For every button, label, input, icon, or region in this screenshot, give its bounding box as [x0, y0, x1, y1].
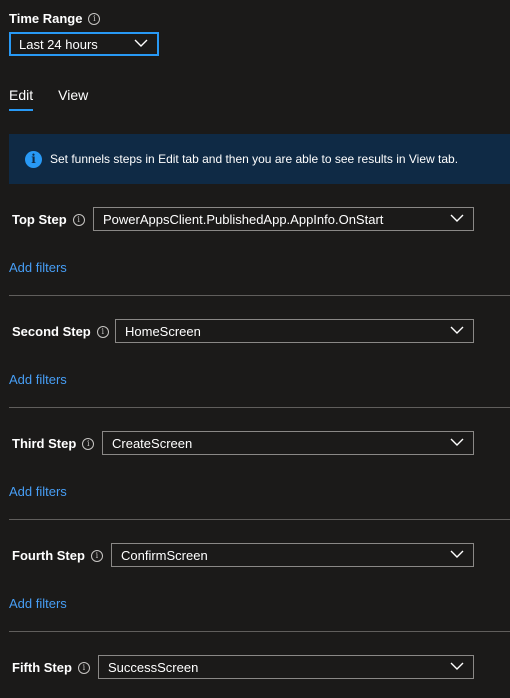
chevron-down-icon: [450, 438, 464, 446]
step-label-text: Third Step: [12, 436, 77, 451]
divider: [9, 519, 510, 520]
chevron-down-icon: [450, 550, 464, 558]
top-step-value: PowerAppsClient.PublishedApp.AppInfo.OnS…: [103, 211, 384, 227]
info-icon[interactable]: i: [90, 549, 103, 562]
fourth-step-label: Fourth Step i: [12, 548, 103, 563]
add-filters-link[interactable]: Add filters: [9, 260, 67, 275]
info-icon[interactable]: i: [88, 12, 101, 25]
divider: [9, 407, 510, 408]
fourth-step-value: ConfirmScreen: [121, 547, 208, 563]
tab-bar: Edit View: [9, 87, 113, 111]
add-filters-link[interactable]: Add filters: [9, 372, 67, 387]
add-filters-link[interactable]: Add filters: [9, 596, 67, 611]
info-circle-icon: i: [25, 150, 42, 168]
divider: [9, 631, 510, 632]
time-range-label: Time Range i: [9, 11, 101, 26]
step-label-text: Top Step: [12, 212, 67, 227]
second-step-label: Second Step i: [12, 324, 109, 339]
second-step-dropdown[interactable]: HomeScreen: [115, 319, 474, 343]
info-icon[interactable]: i: [72, 213, 85, 226]
chevron-down-icon: [450, 326, 464, 334]
third-step-dropdown[interactable]: CreateScreen: [102, 431, 474, 455]
info-banner: i Set funnels steps in Edit tab and then…: [9, 134, 510, 184]
chevron-down-icon: [450, 662, 464, 670]
step-label-text: Fifth Step: [12, 660, 72, 675]
top-step-label: Top Step i: [12, 212, 85, 227]
fifth-step-label: Fifth Step i: [12, 660, 90, 675]
time-range-value: Last 24 hours: [19, 36, 98, 52]
add-filters-link[interactable]: Add filters: [9, 484, 67, 499]
fifth-step-value: SuccessScreen: [108, 659, 199, 675]
chevron-down-icon: [134, 39, 148, 47]
step-label-text: Second Step: [12, 324, 91, 339]
info-icon[interactable]: i: [96, 325, 109, 338]
info-banner-text: Set funnels steps in Edit tab and then y…: [50, 152, 459, 166]
fourth-step-dropdown[interactable]: ConfirmScreen: [111, 543, 474, 567]
chevron-down-icon: [450, 214, 464, 222]
fifth-step-dropdown[interactable]: SuccessScreen: [98, 655, 474, 679]
tab-edit[interactable]: Edit: [9, 87, 34, 111]
funnel-editor-panel: Time Range i Last 24 hours Edit View i S…: [0, 0, 510, 698]
tab-view[interactable]: View: [58, 87, 88, 111]
time-range-label-text: Time Range: [9, 11, 83, 26]
top-step-dropdown[interactable]: PowerAppsClient.PublishedApp.AppInfo.OnS…: [93, 207, 474, 231]
info-icon[interactable]: i: [82, 437, 95, 450]
divider: [9, 295, 510, 296]
third-step-label: Third Step i: [12, 436, 95, 451]
step-label-text: Fourth Step: [12, 548, 85, 563]
time-range-dropdown[interactable]: Last 24 hours: [9, 32, 159, 56]
second-step-value: HomeScreen: [125, 323, 201, 339]
third-step-value: CreateScreen: [112, 435, 193, 451]
info-icon[interactable]: i: [77, 661, 90, 674]
